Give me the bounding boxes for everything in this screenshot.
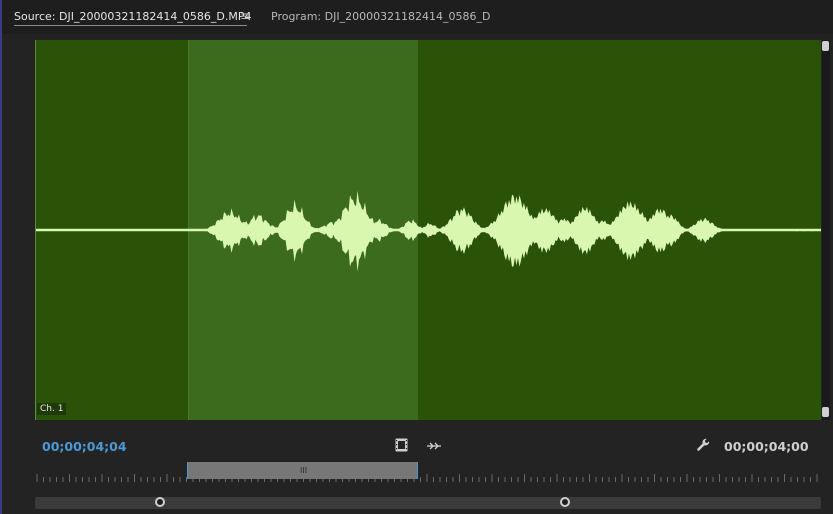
scrollbar-handle-bottom[interactable] bbox=[822, 407, 829, 417]
panel-menu-icon[interactable]: ≡ bbox=[240, 9, 250, 23]
range-drag-grip[interactable]: III bbox=[300, 466, 307, 475]
active-tab-underline bbox=[14, 25, 247, 26]
waveform-path bbox=[35, 190, 821, 272]
tab-source-monitor[interactable]: Source: DJI_20000321182414_0586_D.MP4 bbox=[14, 10, 252, 23]
channel-label: Ch. 1 bbox=[37, 403, 67, 415]
drag-video-icon[interactable] bbox=[395, 438, 408, 452]
zoom-scroll-track[interactable] bbox=[35, 497, 821, 509]
duration-timecode: 00;00;04;00 bbox=[724, 439, 809, 454]
vertical-zoom-scrollbar[interactable] bbox=[822, 40, 830, 420]
audio-waveform-display[interactable]: Ch. 1 bbox=[35, 40, 821, 420]
drag-audio-icon[interactable] bbox=[426, 440, 442, 452]
time-ruler[interactable] bbox=[35, 466, 821, 484]
playhead-timecode[interactable]: 00;00;04;04 bbox=[42, 439, 127, 454]
audio-waveform bbox=[35, 190, 821, 272]
zoom-handle-left[interactable] bbox=[155, 497, 165, 507]
settings-wrench-icon[interactable] bbox=[696, 438, 710, 452]
scrollbar-handle-top[interactable] bbox=[822, 41, 829, 51]
tab-program-monitor[interactable]: Program: DJI_20000321182414_0586_D bbox=[271, 10, 491, 23]
zoom-handle-right[interactable] bbox=[560, 497, 570, 507]
monitor-left-edge bbox=[35, 40, 36, 420]
panel-focus-border bbox=[0, 0, 2, 514]
